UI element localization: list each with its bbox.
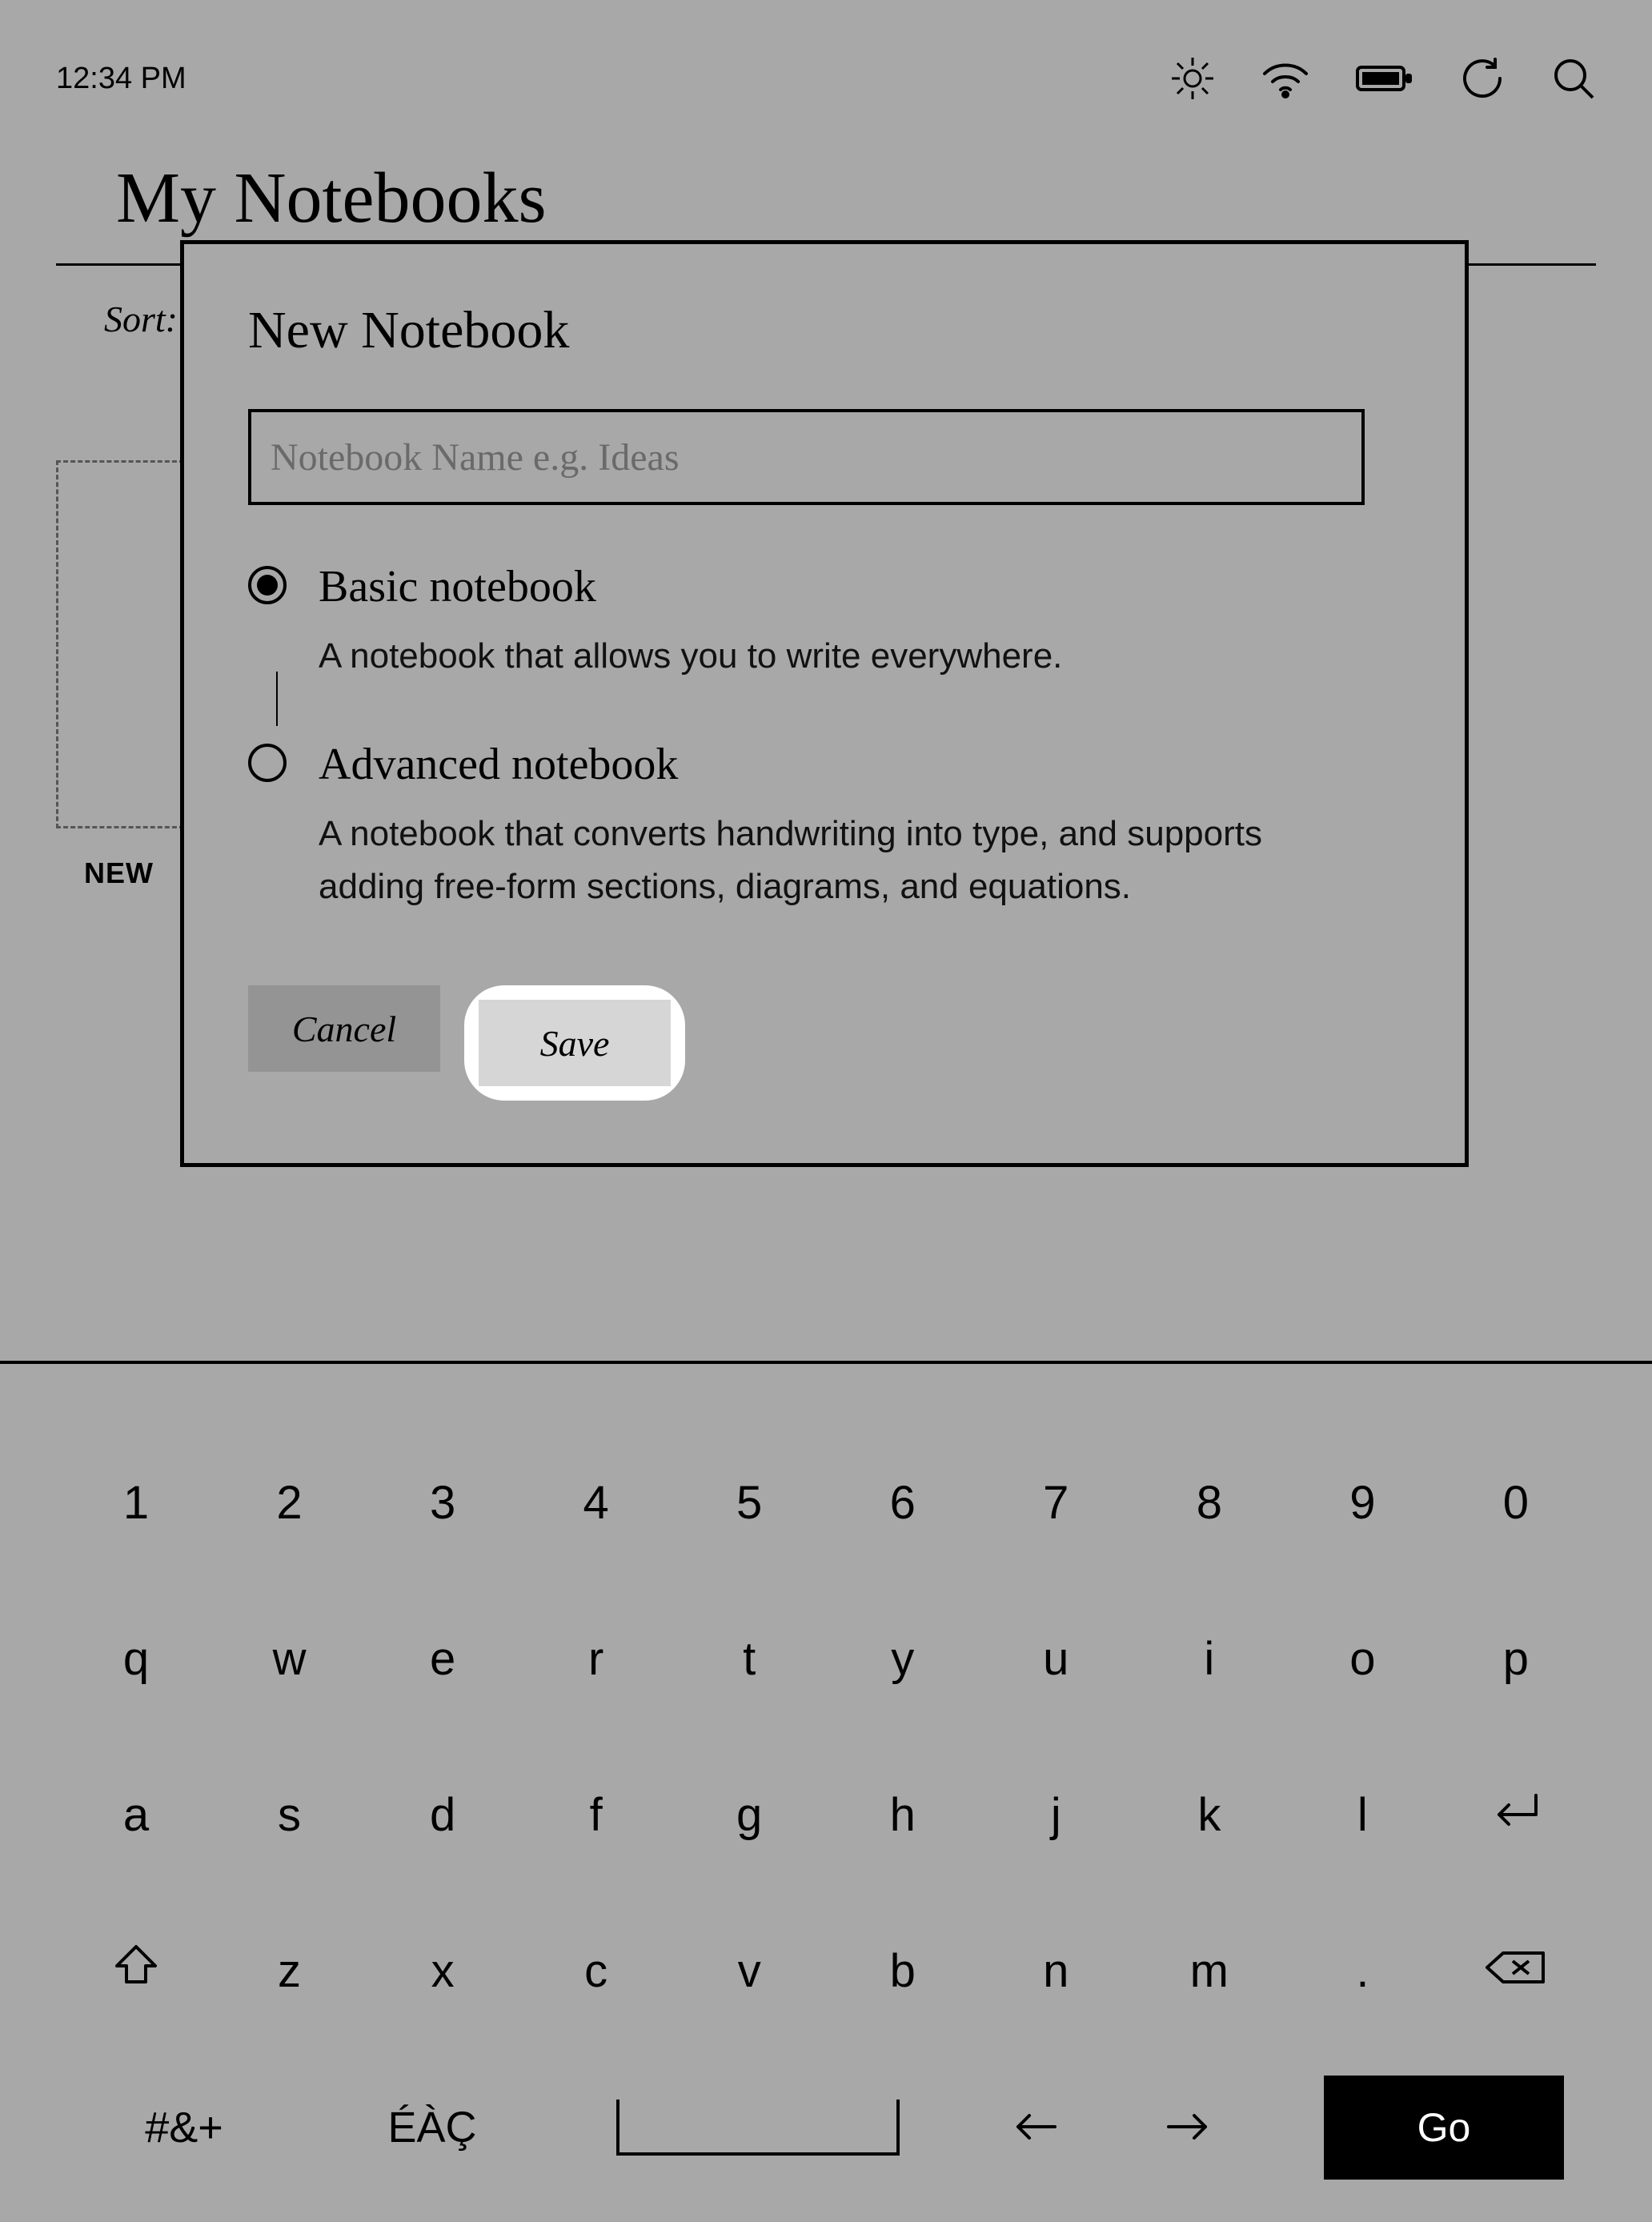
key-arrow-right[interactable]	[1140, 2100, 1236, 2154]
key-i[interactable]: i	[1161, 1632, 1257, 1686]
key-h[interactable]: h	[855, 1788, 951, 1842]
key-enter[interactable]	[1468, 1788, 1564, 1842]
key-a[interactable]: a	[88, 1788, 184, 1842]
key-f[interactable]: f	[548, 1788, 644, 1842]
key-accents[interactable]: ÉÀÇ	[336, 2103, 528, 2152]
key-e[interactable]: e	[395, 1632, 491, 1686]
key-r[interactable]: r	[548, 1632, 644, 1686]
sync-icon[interactable]	[1460, 56, 1505, 101]
cancel-button[interactable]: Cancel	[248, 985, 440, 1072]
keyboard-divider	[0, 1361, 1652, 1364]
key-z[interactable]: z	[242, 1944, 338, 1998]
key-8[interactable]: 8	[1161, 1476, 1257, 1530]
key-o[interactable]: o	[1314, 1632, 1410, 1686]
save-button[interactable]: Save	[479, 1000, 671, 1086]
option-basic-title: Basic notebook	[319, 561, 1062, 612]
key-4[interactable]: 4	[548, 1476, 644, 1530]
key-2[interactable]: 2	[242, 1476, 338, 1530]
key-m[interactable]: m	[1161, 1944, 1257, 1998]
radio-advanced[interactable]	[248, 744, 287, 782]
key-k[interactable]: k	[1161, 1788, 1257, 1842]
key-arrow-left[interactable]	[988, 2100, 1084, 2154]
key-q[interactable]: q	[88, 1632, 184, 1686]
option-advanced-title: Advanced notebook	[319, 739, 1343, 790]
wifi-icon[interactable]	[1261, 59, 1309, 98]
key-1[interactable]: 1	[88, 1476, 184, 1530]
key-j[interactable]: j	[1008, 1788, 1104, 1842]
key-space[interactable]	[616, 2100, 900, 2156]
key-9[interactable]: 9	[1314, 1476, 1410, 1530]
save-button-highlight: Save	[464, 985, 685, 1101]
key-3[interactable]: 3	[395, 1476, 491, 1530]
notebook-name-input[interactable]	[248, 409, 1365, 505]
status-bar: 12:34 PM	[0, 0, 1652, 125]
new-notebook-dialog: New Notebook Basic notebook A notebook t…	[180, 240, 1469, 1167]
key-7[interactable]: 7	[1008, 1476, 1104, 1530]
key-v[interactable]: v	[701, 1944, 797, 1998]
status-icons	[1170, 56, 1596, 101]
key-l[interactable]: l	[1314, 1788, 1410, 1842]
status-time: 12:34 PM	[56, 62, 186, 96]
key-backspace[interactable]	[1468, 1944, 1564, 1998]
new-notebook-label: NEW	[84, 856, 154, 890]
keyboard-row-5: #&+ ÉÀÇ Go	[88, 2049, 1564, 2205]
key-shift[interactable]	[88, 1942, 184, 2001]
option-advanced[interactable]: Advanced notebook A notebook that conver…	[248, 739, 1401, 913]
brightness-icon[interactable]	[1170, 56, 1215, 101]
search-icon[interactable]	[1551, 56, 1596, 101]
key-go[interactable]: Go	[1324, 2076, 1564, 2180]
key-y[interactable]: y	[855, 1632, 951, 1686]
keyboard-row-2: q w e r t y u i o p	[88, 1581, 1564, 1737]
key-n[interactable]: n	[1008, 1944, 1104, 1998]
option-basic[interactable]: Basic notebook A notebook that allows yo…	[248, 561, 1401, 683]
on-screen-keyboard: 1 2 3 4 5 6 7 8 9 0 q w e r t y u i o p …	[0, 1425, 1652, 2205]
key-t[interactable]: t	[701, 1632, 797, 1686]
key-period[interactable]: .	[1314, 1944, 1410, 1998]
battery-icon[interactable]	[1356, 62, 1413, 94]
option-advanced-desc: A notebook that converts handwriting int…	[319, 808, 1343, 913]
keyboard-row-1: 1 2 3 4 5 6 7 8 9 0	[88, 1425, 1564, 1581]
option-basic-desc: A notebook that allows you to write ever…	[319, 630, 1062, 683]
key-g[interactable]: g	[701, 1788, 797, 1842]
key-b[interactable]: b	[855, 1944, 951, 1998]
key-5[interactable]: 5	[701, 1476, 797, 1530]
keyboard-row-4: z x c v b n m .	[88, 1893, 1564, 2049]
key-p[interactable]: p	[1468, 1632, 1564, 1686]
radio-basic[interactable]	[248, 566, 287, 604]
key-w[interactable]: w	[242, 1632, 338, 1686]
new-notebook-tile[interactable]	[56, 460, 184, 828]
key-6[interactable]: 6	[855, 1476, 951, 1530]
key-s[interactable]: s	[242, 1788, 338, 1842]
key-x[interactable]: x	[395, 1944, 491, 1998]
dialog-title: New Notebook	[248, 300, 1401, 361]
key-0[interactable]: 0	[1468, 1476, 1564, 1530]
key-c[interactable]: c	[548, 1944, 644, 1998]
text-cursor	[276, 672, 278, 726]
key-u[interactable]: u	[1008, 1632, 1104, 1686]
key-d[interactable]: d	[395, 1788, 491, 1842]
key-symbols[interactable]: #&+	[88, 2103, 280, 2152]
keyboard-row-3: a s d f g h j k l	[88, 1737, 1564, 1893]
